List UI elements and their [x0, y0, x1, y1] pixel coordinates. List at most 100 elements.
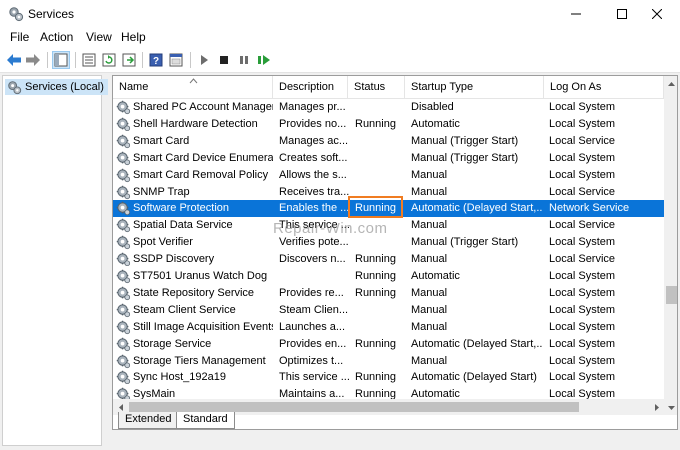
- service-log-on-as: Local System: [549, 168, 616, 181]
- restart-service-button[interactable]: [255, 51, 273, 69]
- forward-button[interactable]: [24, 51, 42, 69]
- table-row[interactable]: Smart Card Device Enumera... Creates soft…: [113, 150, 664, 167]
- service-startup-type: Manual (Trigger Start): [411, 134, 519, 147]
- minimize-button[interactable]: [553, 0, 599, 28]
- start-service-button[interactable]: [195, 51, 213, 69]
- toolbar-separator: [190, 52, 191, 68]
- services-list-pane: Name Description Status Startup Type Log…: [112, 75, 678, 430]
- tab-standard[interactable]: Standard: [176, 412, 235, 429]
- table-row[interactable]: Smart Card Manages ac... Manual (Trigger S…: [113, 133, 664, 150]
- column-header-name[interactable]: Name: [113, 76, 273, 99]
- service-startup-type: Manual (Trigger Start): [411, 151, 519, 164]
- service-startup-type: Automatic (Delayed Start): [411, 371, 537, 384]
- service-name: Smart Card: [133, 134, 190, 147]
- service-gear-icon: [116, 320, 132, 335]
- service-name: State Repository Service: [133, 286, 255, 299]
- scroll-up-icon: [668, 81, 675, 86]
- services-gear-icon: [8, 80, 22, 94]
- restart-icon: [258, 55, 270, 65]
- scroll-up-button[interactable]: [664, 76, 677, 91]
- properties-button[interactable]: [80, 51, 98, 69]
- refresh-button[interactable]: [100, 51, 118, 69]
- service-startup-type: Manual: [411, 185, 448, 198]
- column-header-startup-type[interactable]: Startup Type: [405, 76, 544, 99]
- console-icon: [169, 53, 183, 67]
- service-gear-icon: [116, 235, 132, 250]
- window-title: Services: [28, 7, 75, 21]
- view-tabs: Extended Standard: [114, 412, 678, 430]
- service-description: Manages pr...: [279, 101, 346, 113]
- stop-service-button[interactable]: [215, 51, 233, 69]
- column-header-log-on-as[interactable]: Log On As: [544, 76, 664, 99]
- table-row[interactable]: Spatial Data Service This service ... Manu…: [113, 217, 664, 234]
- service-description: Launches a...: [279, 320, 346, 333]
- pause-icon: [240, 56, 248, 64]
- table-row[interactable]: Steam Client Service Steam Clien... Manual…: [113, 302, 664, 319]
- table-row[interactable]: Storage Service Provides en... Running Auto…: [113, 336, 664, 353]
- table-row[interactable]: SSDP Discovery Discovers n... Running Manua…: [113, 251, 664, 268]
- service-startup-type: Manual: [411, 253, 448, 266]
- close-button[interactable]: [634, 0, 680, 28]
- service-startup-type: Manual: [411, 354, 448, 367]
- back-button[interactable]: [5, 51, 23, 69]
- scroll-down-icon: [668, 405, 675, 410]
- tree-item-services-local[interactable]: Services (Local): [5, 79, 108, 95]
- column-header-status[interactable]: Status: [348, 76, 405, 99]
- service-status: Running: [355, 202, 396, 215]
- table-row[interactable]: Software Protection Enables the ... Runnin…: [113, 200, 664, 218]
- table-row[interactable]: Shell Hardware Detection Provides no... Ru…: [113, 116, 664, 133]
- column-header-description[interactable]: Description: [273, 76, 348, 99]
- sort-ascending-icon: [189, 78, 198, 84]
- help-button[interactable]: ?: [147, 51, 165, 69]
- service-description: Receives tra...: [279, 185, 349, 198]
- table-row[interactable]: State Repository Service Provides re... Ru…: [113, 285, 664, 302]
- vertical-scroll-thumb[interactable]: [666, 286, 677, 304]
- menu-action[interactable]: Action: [40, 30, 73, 44]
- service-gear-icon: [116, 303, 132, 318]
- service-log-on-as: Local System: [549, 236, 616, 249]
- service-name: Smart Card Removal Policy: [133, 168, 269, 181]
- service-name: SNMP Trap: [133, 185, 190, 198]
- properties-icon: [82, 53, 96, 67]
- table-row[interactable]: Smart Card Removal Policy Allows the s...…: [113, 167, 664, 184]
- service-status: [355, 150, 407, 167]
- table-row[interactable]: Spot Verifier Verifies pote... Manual (Tri…: [113, 234, 664, 251]
- table-row[interactable]: Still Image Acquisition Events Launches a…: [113, 319, 664, 336]
- service-status: [355, 319, 407, 336]
- service-name: Smart Card Device Enumera...: [133, 151, 273, 164]
- horizontal-scroll-thumb[interactable]: [129, 402, 579, 412]
- tab-extended[interactable]: Extended: [118, 412, 179, 429]
- menu-view[interactable]: View: [86, 30, 112, 44]
- service-log-on-as: Local System: [549, 320, 616, 333]
- show-hide-tree-button[interactable]: [52, 51, 70, 69]
- service-log-on-as: Local System: [549, 337, 616, 350]
- console-button[interactable]: [167, 51, 185, 69]
- service-description: Allows the s...: [279, 168, 347, 181]
- service-log-on-as: Local System: [549, 303, 616, 316]
- table-row[interactable]: SysMain Maintains a... Running Automatic Loc…: [113, 386, 664, 399]
- pause-service-button[interactable]: [235, 51, 253, 69]
- service-gear-icon: [116, 168, 132, 183]
- table-row[interactable]: ST7501 Uranus Watch Dog Running Automatic L…: [113, 268, 664, 285]
- service-log-on-as: Local Service: [549, 134, 616, 147]
- back-icon: [7, 54, 21, 66]
- service-status: [355, 184, 407, 201]
- service-log-on-as: Local System: [549, 151, 616, 164]
- service-description: Provides en...: [279, 337, 347, 350]
- service-name: Sync Host_192a19: [133, 371, 226, 384]
- content-area: Services (Local) Name Description Status…: [0, 73, 680, 450]
- service-gear-icon: [116, 100, 132, 115]
- table-row[interactable]: Shared PC Account Manager Manages pr... Di…: [113, 99, 664, 116]
- export-list-button[interactable]: [120, 51, 138, 69]
- toolbar-separator: [75, 52, 76, 68]
- service-status: Running: [355, 388, 396, 399]
- service-log-on-as: Local System: [549, 101, 616, 113]
- console-tree: Services (Local): [2, 75, 108, 446]
- table-row[interactable]: Storage Tiers Management Optimizes t... Ma…: [113, 353, 664, 370]
- table-row[interactable]: SNMP Trap Receives tra... Manual Local Serv…: [113, 184, 664, 201]
- service-status: Running: [355, 253, 396, 266]
- table-row[interactable]: Sync Host_192a19 This service ... Running A…: [113, 369, 664, 386]
- menu-help[interactable]: Help: [121, 30, 146, 44]
- vertical-scrollbar[interactable]: [664, 76, 677, 415]
- menu-file[interactable]: File: [10, 30, 29, 44]
